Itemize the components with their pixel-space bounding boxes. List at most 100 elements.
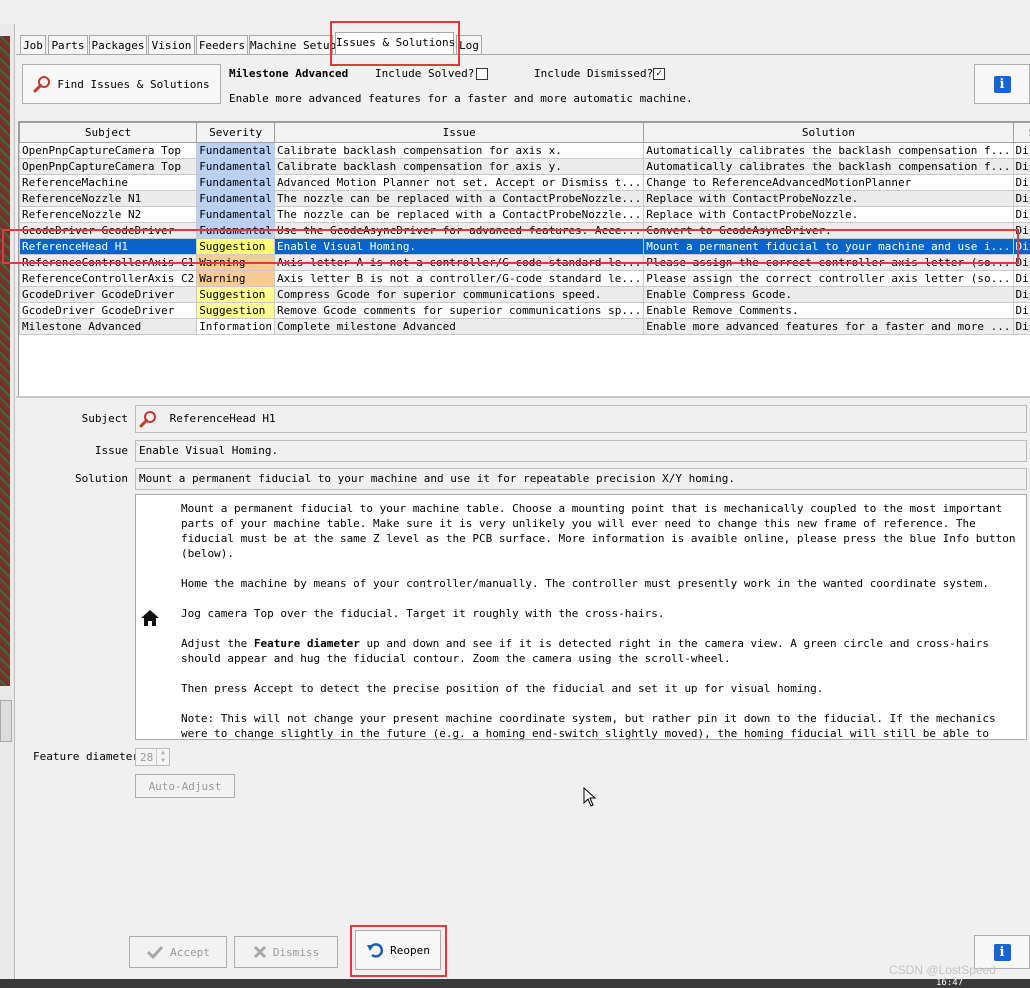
cell-issue: Calibrate backlash compensation for axis… [274,158,645,175]
feature-diameter-label: Feature diameter [33,750,139,763]
tab-machine-setup[interactable]: Machine Setup [249,35,336,55]
cell-subject: OpenPnpCaptureCamera Top [19,142,198,159]
cell-subject: ReferenceNozzle N2 [19,206,198,223]
cell-severity: Fundamental [196,158,276,175]
reopen-label: Reopen [390,943,430,957]
taskbar [0,979,1030,988]
tab-job[interactable]: Job [20,35,46,55]
table-row[interactable]: ReferenceControllerAxis C2 Warning Axis le… [19,270,1030,287]
cell-solution: Enable more advanced features for a fast… [643,318,1014,335]
cell-issue: The nozzle can be replaced with a Contac… [274,190,645,207]
instruction-paragraph: Adjust the Feature diameter up and down … [181,636,1021,666]
tab-parts[interactable]: Parts [48,35,88,55]
auto-adjust-label: Auto-Adjust [148,779,222,793]
cell-solution: Automatically calibrates the backlash co… [643,158,1014,175]
cell-state: Dismissed [1012,174,1030,191]
cell-subject: GcodeDriver GcodeDriver [19,286,198,303]
cell-subject: ReferenceMachine [19,174,198,191]
subject-search-icon[interactable] [139,410,157,428]
table-row[interactable]: GcodeDriver GcodeDriver Suggestion Remove … [19,302,1030,319]
cell-severity: Information [196,318,276,335]
mouse-cursor-icon [583,787,597,807]
tab-feeders[interactable]: Feeders [196,35,248,55]
issue-label: Issue [94,444,128,457]
check-icon [147,945,164,959]
cell-solution: Replace with ContactProbeNozzle. [643,190,1014,207]
auto-adjust-button[interactable]: Auto-Adjust [135,774,235,798]
column-header-severity[interactable]: Severity [196,122,276,143]
instructions-panel[interactable]: Mount a permanent fiducial to your machi… [135,494,1027,740]
info-icon: i [993,75,1011,93]
cell-solution: Replace with ContactProbeNozzle. [643,206,1014,223]
close-icon [253,945,266,959]
solution-value: Mount a permanent fiducial to your machi… [139,472,736,485]
include-dismissed-checkbox[interactable]: ✓ [653,68,665,80]
cell-issue: Compress Gcode for superior communicatio… [274,286,645,303]
solution-field: Mount a permanent fiducial to your machi… [135,468,1027,490]
table-row[interactable]: ReferenceMachine Fundamental Advanced Moti… [19,174,1030,191]
cell-state: Dismissed [1012,206,1030,223]
feature-diameter-value: 28 [140,751,154,764]
spinner-arrows-icon[interactable]: ▲ ▼ [156,749,169,765]
cell-severity: Fundamental [196,206,276,223]
milestone-title: Milestone Advanced [229,67,349,80]
cell-severity: Suggestion [196,302,276,319]
left-panel-handle[interactable] [0,700,12,742]
table-row[interactable]: ReferenceNozzle N1 Fundamental The nozzle … [19,190,1030,207]
feature-diameter-spinner[interactable]: 28 ▲ ▼ [135,748,170,766]
cell-issue: Calibrate backlash compensation for axis… [274,142,645,159]
table-row[interactable]: GcodeDriver GcodeDriver Fundamental Use th… [19,222,1030,239]
column-header-subject[interactable]: Subject [19,122,198,143]
feature-diameter-emphasis: Feature diameter [253,637,360,650]
reopen-button[interactable]: Reopen [355,930,441,970]
cell-subject: GcodeDriver GcodeDriver [19,302,198,319]
instruction-paragraph: Jog camera Top over the fiducial. Target… [181,607,665,620]
instruction-paragraph: Note: This will not change your present … [181,712,996,740]
cell-severity: Suggestion [196,286,276,303]
window-top-strip [0,0,1030,24]
tab-issues-solutions[interactable]: Issues & Solutions [335,32,455,55]
include-solved-checkbox[interactable] [476,68,488,80]
cell-severity: Fundamental [196,190,276,207]
cell-solution: Please assign the correct controller axi… [643,254,1014,271]
cell-state: Dismissed [1012,238,1030,255]
dismiss-button[interactable]: Dismiss [234,936,338,968]
tab-log[interactable]: Log [456,35,482,55]
cell-state: Dismissed [1012,222,1030,239]
table-row[interactable]: ReferenceControllerAxis C1 Warning Axis le… [19,254,1030,271]
tab-vision[interactable]: Vision [148,35,195,55]
column-header-issue[interactable]: Issue [274,122,645,143]
include-dismissed-label: Include Dismissed? [534,67,654,80]
cell-state: Dismissed [1012,254,1030,271]
info-button-top[interactable]: i [974,64,1030,104]
issues-table[interactable]: Subject Severity Issue Solution State Op… [18,121,1030,397]
tab-packages[interactable]: Packages [89,35,147,55]
cell-issue: Axis letter A is not a controller/G-code… [274,254,645,271]
split-divider[interactable] [16,396,1030,398]
cell-issue: The nozzle can be replaced with a Contac… [274,206,645,223]
issue-value: Enable Visual Homing. [139,444,279,457]
table-row[interactable]: ReferenceNozzle N2 Fundamental The nozzle … [19,206,1030,223]
table-row[interactable]: OpenPnpCaptureCamera Top Fundamental Calib… [19,142,1030,159]
table-row[interactable]: OpenPnpCaptureCamera Top Fundamental Calib… [19,158,1030,175]
cell-state: Dismissed [1012,286,1030,303]
cell-solution: Mount a permanent fiducial to your machi… [643,238,1014,255]
cell-severity: Warning [196,270,276,287]
table-row[interactable]: GcodeDriver GcodeDriver Suggestion Compres… [19,286,1030,303]
find-issues-label: Find Issues & Solutions [57,77,210,91]
table-row[interactable]: ReferenceHead H1 Suggestion Enable Visual … [19,238,1030,255]
cell-subject: Milestone Advanced [19,318,198,335]
cell-severity: Fundamental [196,222,276,239]
column-header-state[interactable]: State [1012,122,1030,143]
tab-baseline [16,54,1030,55]
undo-icon [367,943,384,958]
include-solved-label: Include Solved? [375,67,475,80]
milestone-description: Enable more advanced features for a fast… [229,92,693,105]
column-header-solution[interactable]: Solution [643,122,1014,143]
table-row[interactable]: Milestone Advanced Information Complete mi… [19,318,1030,335]
cell-state: Dismissed [1012,158,1030,175]
find-issues-button[interactable]: Find Issues & Solutions [22,64,221,104]
cell-solution: Enable Remove Comments. [643,302,1014,319]
accept-button[interactable]: Accept [129,936,227,968]
cell-state: Dismissed [1012,270,1030,287]
